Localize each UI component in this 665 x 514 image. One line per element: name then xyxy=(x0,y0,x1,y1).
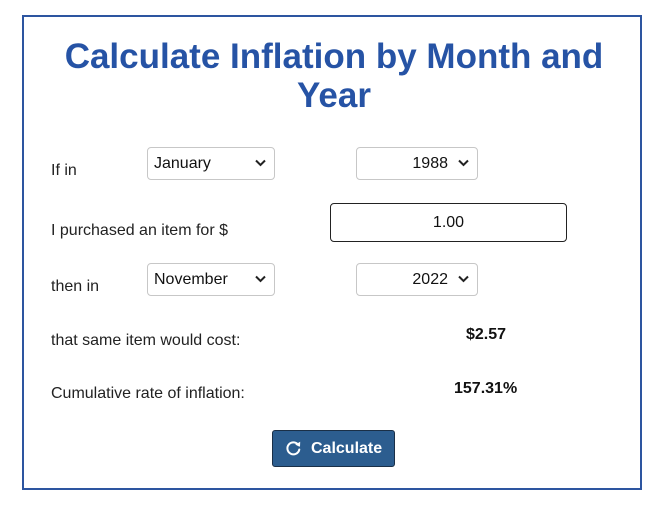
end-year-select[interactable]: 2022 xyxy=(356,263,478,296)
calculator-panel: Calculate Inflation by Month and Year xyxy=(22,15,642,490)
page-title: Calculate Inflation by Month and Year xyxy=(24,37,644,115)
start-month-value: January xyxy=(154,155,211,172)
amount-input[interactable]: 1.00 xyxy=(330,203,567,242)
chevron-down-icon xyxy=(255,275,266,283)
chevron-down-icon xyxy=(255,159,266,167)
label-cumulative: Cumulative rate of inflation: xyxy=(51,385,245,402)
start-month-select[interactable]: January xyxy=(147,147,275,180)
end-month-select[interactable]: November xyxy=(147,263,275,296)
start-year-value: 1988 xyxy=(412,155,448,172)
label-same-item: that same item would cost: xyxy=(51,332,241,349)
calculate-button[interactable]: Calculate xyxy=(272,430,395,467)
refresh-icon xyxy=(286,441,301,456)
title-line-1: Calculate Inflation by Month and xyxy=(64,37,604,76)
chevron-down-icon xyxy=(458,159,469,167)
title-line-2: Year xyxy=(297,76,371,115)
result-cost: $2.57 xyxy=(466,326,507,343)
chevron-down-icon xyxy=(458,275,469,283)
label-if-in: If in xyxy=(51,162,77,179)
calculate-button-label: Calculate xyxy=(311,440,383,457)
result-rate: 157.31% xyxy=(454,380,518,397)
label-then-in: then in xyxy=(51,278,100,295)
start-year-select[interactable]: 1988 xyxy=(356,147,478,180)
label-purchased: I purchased an item for $ xyxy=(51,222,228,239)
end-month-value: November xyxy=(154,271,228,288)
end-year-value: 2022 xyxy=(412,271,448,288)
